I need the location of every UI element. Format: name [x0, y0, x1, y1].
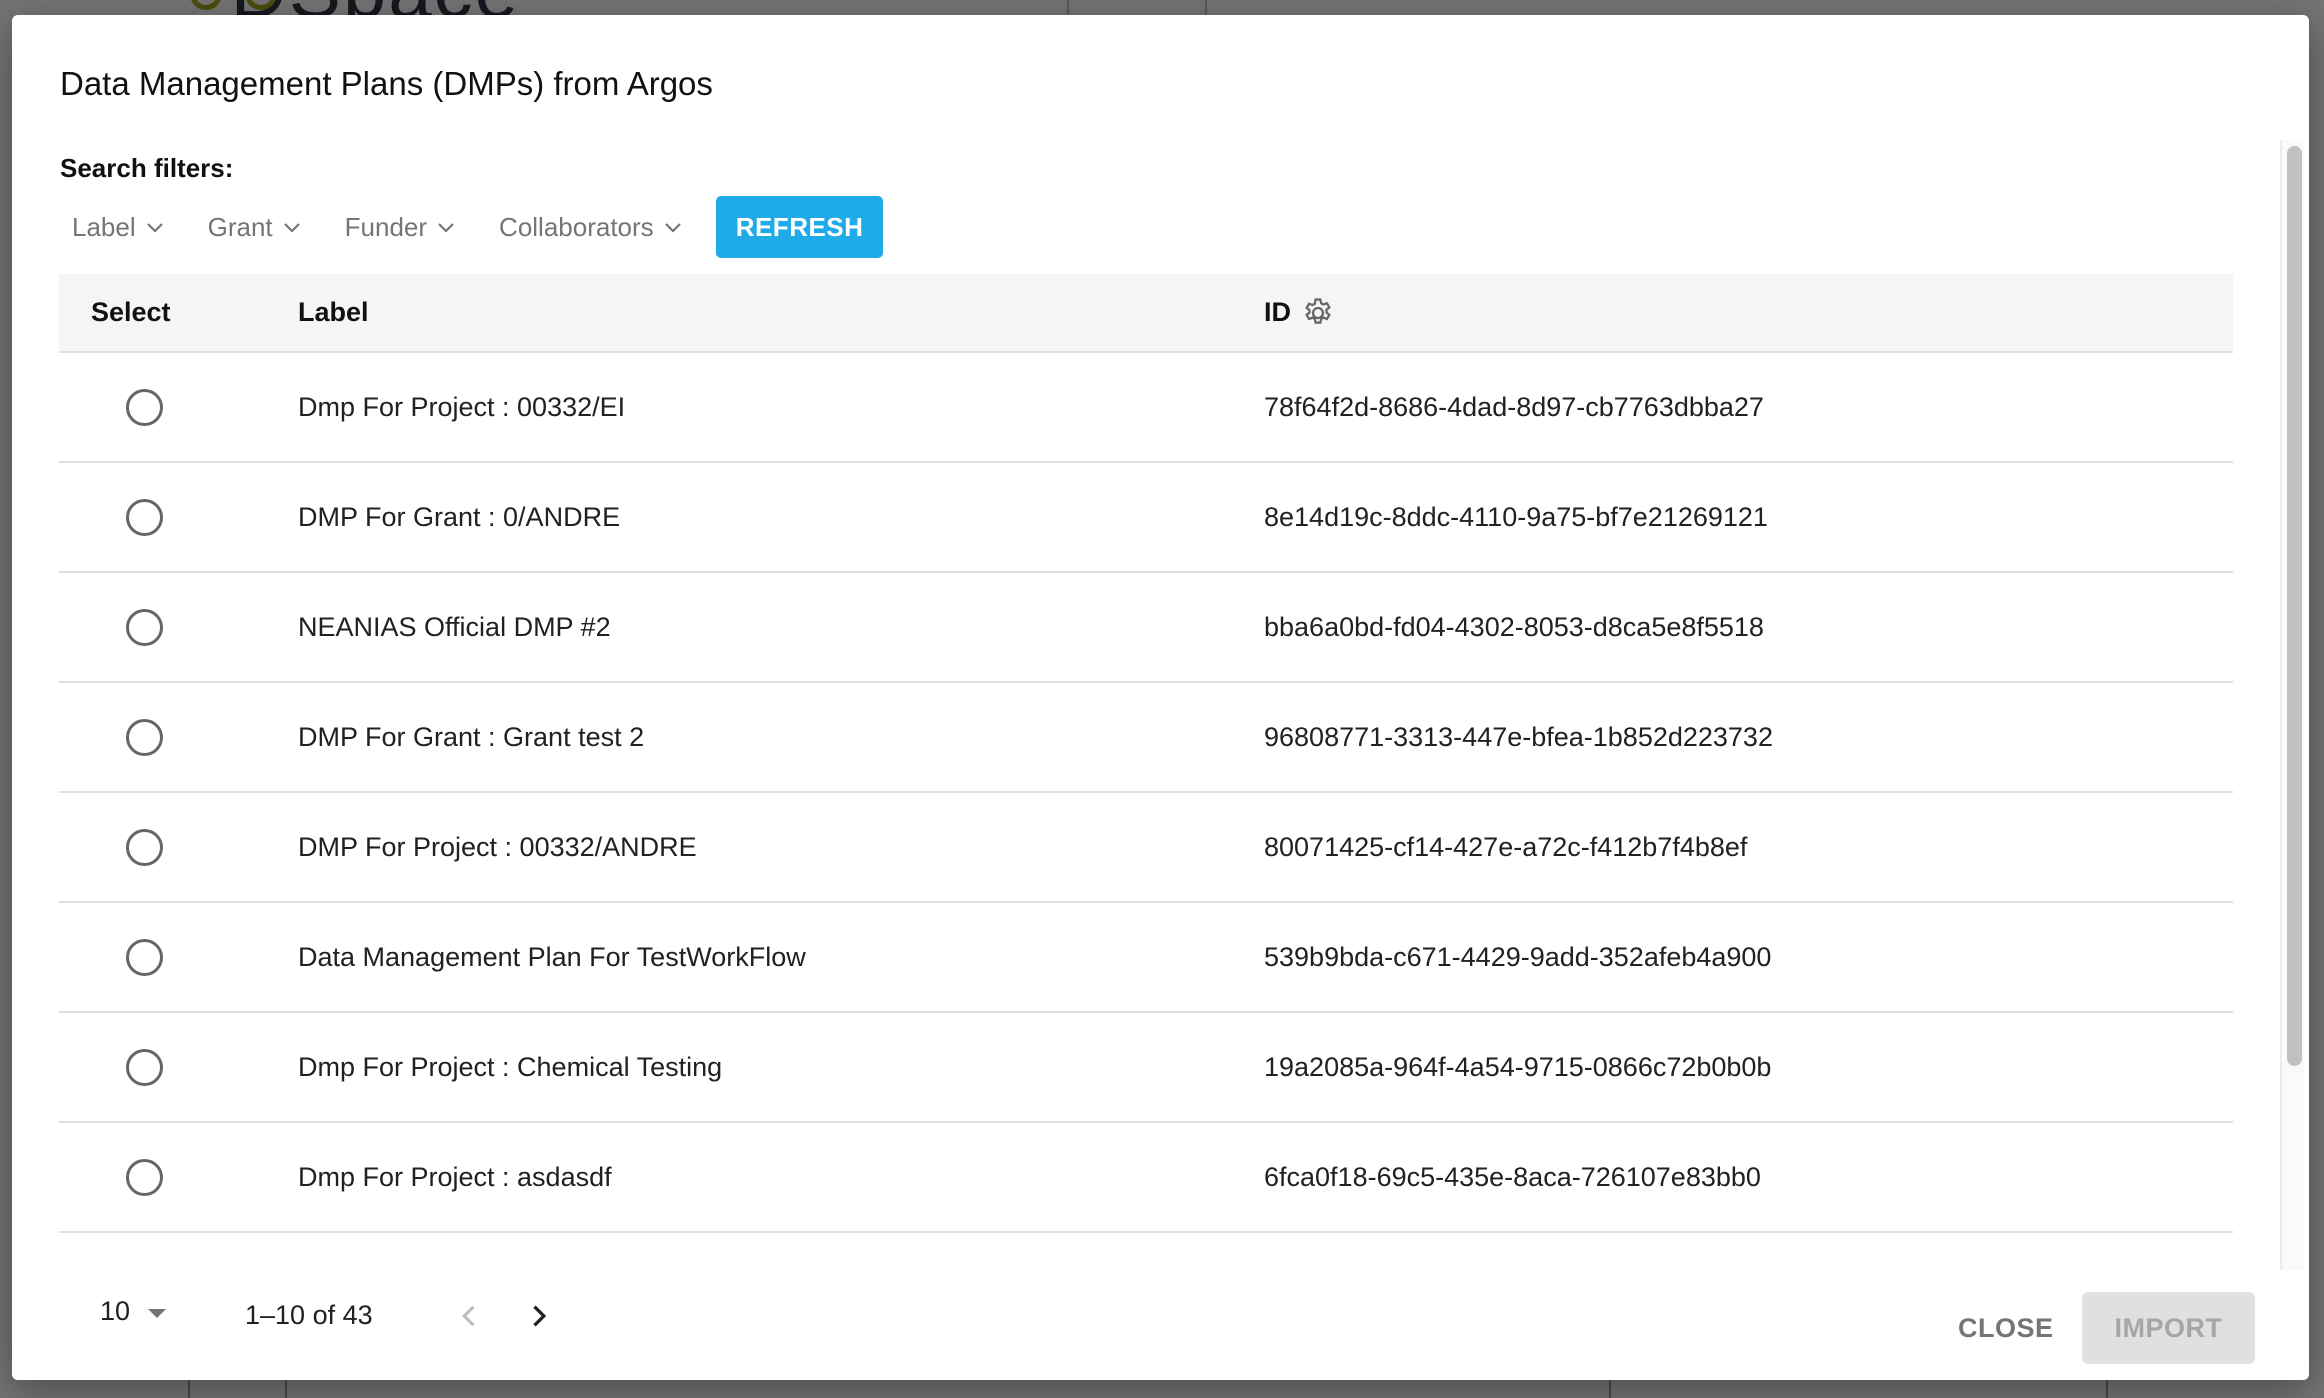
table-row[interactable]: NEANIAS Official DMP #2 bba6a0bd-fd04-43… [59, 573, 2233, 683]
table-row[interactable]: Dmp For Project : Chemical Testing 19a20… [59, 1013, 2233, 1123]
row-id: 539b9bda-c671-4429-9add-352afeb4a900 [1264, 941, 1772, 972]
argos-dmp-dialog: Data Management Plans (DMPs) from Argos … [12, 15, 2309, 1380]
row-id: bba6a0bd-fd04-4302-8053-d8ca5e8f5518 [1264, 611, 1764, 642]
row-select-radio[interactable] [126, 1048, 163, 1086]
search-filters-label: Search filters: [60, 153, 234, 183]
close-button[interactable]: CLOSE [1942, 1292, 2070, 1364]
row-select-radio[interactable] [126, 498, 163, 536]
import-button[interactable]: IMPORT [2082, 1292, 2255, 1364]
row-select-radio[interactable] [126, 938, 163, 976]
row-label: Dmp For Project : Chemical Testing [298, 1051, 723, 1082]
row-select-radio[interactable] [126, 718, 163, 756]
table-row[interactable]: DMP For Grant : 0/ANDRE 8e14d19c-8ddc-41… [59, 463, 2233, 573]
gear-icon[interactable] [1301, 296, 1335, 330]
table-row[interactable]: Dmp For Project : 00332/EI 78f64f2d-8686… [59, 353, 2233, 463]
paginator-range-label: 1–10 of 43 [245, 1300, 373, 1330]
filter-grant-dropdown[interactable]: Grant [196, 196, 313, 258]
filter-funder-text: Funder [344, 211, 428, 242]
chevron-down-icon [146, 223, 163, 233]
next-page-button[interactable] [516, 1294, 560, 1338]
row-id: 80071425-cf14-427e-a72c-f412b7f4b8ef [1264, 831, 1748, 862]
filter-funder-dropdown[interactable]: Funder [333, 196, 467, 258]
column-header-label: Label [298, 297, 369, 327]
page-size-value: 10 [100, 1296, 131, 1326]
row-label: DMP For Project : 00332/ANDRE [298, 831, 697, 862]
filter-bar: Label Grant Funder Collaborators REFRESH [60, 196, 884, 258]
row-label: DMP For Grant : 0/ANDRE [298, 501, 621, 532]
row-id: 19a2085a-964f-4a54-9715-0866c72b0b0b [1264, 1051, 1772, 1082]
filter-label-text: Label [72, 211, 136, 242]
column-header-select: Select [91, 297, 171, 327]
row-label: DMP For Grant : Grant test 2 [298, 721, 645, 752]
chevron-right-icon [533, 1305, 547, 1327]
column-header-id-text: ID [1264, 297, 1291, 327]
refresh-button[interactable]: REFRESH [715, 196, 884, 258]
dialog-footer: 10 1–10 of 43 CLOSE IMPORT [12, 1270, 2309, 1380]
row-select-radio[interactable] [126, 1158, 163, 1196]
row-id: 78f64f2d-8686-4dad-8d97-cb7763dbba27 [1264, 391, 1764, 422]
row-select-radio[interactable] [126, 608, 163, 646]
chevron-down-icon [438, 223, 454, 233]
row-id: 6fca0f18-69c5-435e-8aca-726107e83bb0 [1264, 1161, 1761, 1192]
filter-label-dropdown[interactable]: Label [60, 196, 176, 258]
row-select-radio[interactable] [126, 828, 163, 866]
filter-collaborators-text: Collaborators [499, 211, 654, 242]
scrollbar-thumb[interactable] [2287, 146, 2302, 1066]
row-id: 8e14d19c-8ddc-4110-9a75-bf7e21269121 [1264, 501, 1768, 532]
row-select-radio[interactable] [126, 388, 163, 426]
row-id: 96808771-3313-447e-bfea-1b852d223732 [1264, 721, 1773, 752]
chevron-down-icon [664, 223, 681, 233]
filter-collaborators-dropdown[interactable]: Collaborators [487, 196, 694, 258]
row-label: Dmp For Project : asdasdf [298, 1161, 612, 1192]
chevron-left-icon [462, 1305, 475, 1327]
previous-page-button[interactable] [448, 1294, 492, 1338]
row-label: NEANIAS Official DMP #2 [298, 611, 611, 642]
page-size-select[interactable]: 10 [100, 1296, 167, 1327]
table-row[interactable]: DMP For Grant : Grant test 2 96808771-33… [59, 683, 2233, 793]
row-label: Dmp For Project : 00332/EI [298, 391, 626, 422]
row-label: Data Management Plan For TestWorkFlow [298, 941, 806, 972]
table-body: Dmp For Project : 00332/EI 78f64f2d-8686… [59, 353, 2233, 1289]
table-row[interactable]: DMP For Project : 00332/ANDRE 80071425-c… [59, 793, 2233, 903]
column-header-id: ID [1264, 296, 2233, 330]
table-row[interactable]: Dmp For Project : asdasdf 6fca0f18-69c5-… [59, 1123, 2233, 1233]
chevron-down-icon [283, 223, 300, 233]
dmp-table: Select Label ID Dmp For Project : 00332/… [59, 274, 2233, 1289]
filter-grant-text: Grant [207, 211, 273, 242]
dialog-title: Data Management Plans (DMPs) from Argos [60, 65, 713, 102]
dropdown-caret-icon [148, 1309, 167, 1318]
dialog-scrollbar[interactable] [2280, 140, 2304, 1270]
table-row[interactable]: Data Management Plan For TestWorkFlow 53… [59, 903, 2233, 1013]
table-header: Select Label ID [59, 274, 2233, 353]
